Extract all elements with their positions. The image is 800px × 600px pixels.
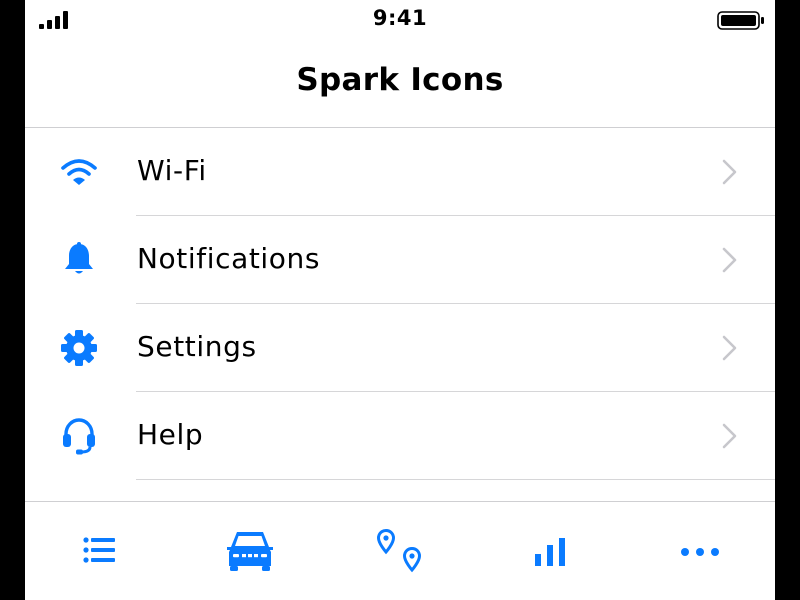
bell-icon <box>59 240 99 280</box>
tab-stats[interactable] <box>520 528 580 574</box>
bar-chart-icon <box>535 538 565 566</box>
list-item-help[interactable]: Help <box>25 392 775 480</box>
tab-list[interactable] <box>70 528 130 574</box>
status-bar: 9:41 <box>25 0 775 40</box>
list-item-label: Settings <box>137 330 257 363</box>
page-title: Spark Icons <box>296 62 504 98</box>
list-item-settings[interactable]: Settings <box>25 304 775 392</box>
chevron-right-icon <box>722 335 737 361</box>
tab-car[interactable] <box>220 528 280 574</box>
list-item-label: Notifications <box>137 242 321 275</box>
chevron-right-icon <box>722 423 737 449</box>
tab-map[interactable] <box>370 528 430 574</box>
list-item-label: Wi-Fi <box>137 154 207 187</box>
status-time: 9:41 <box>372 6 428 30</box>
list-item-notifications[interactable]: Notifications <box>25 216 775 304</box>
wifi-icon <box>59 152 99 192</box>
more-dots-icon <box>681 548 719 556</box>
car-icon <box>227 532 273 571</box>
list-item-wifi[interactable]: Wi-Fi <box>25 128 775 216</box>
battery-icon <box>717 11 764 30</box>
list-icon <box>83 537 115 563</box>
gear-icon <box>59 328 99 368</box>
phone-screen: 9:41 Spark Icons Wi-Fi Notifications Set… <box>25 0 775 600</box>
tab-more[interactable] <box>670 528 730 574</box>
map-pins-icon <box>376 528 422 573</box>
row-divider <box>136 479 775 480</box>
settings-list: Wi-Fi Notifications Settings Help <box>25 128 775 480</box>
list-item-label: Help <box>137 418 204 451</box>
chevron-right-icon <box>722 247 737 273</box>
chevron-right-icon <box>722 159 737 185</box>
headset-icon <box>59 416 99 456</box>
tab-bar <box>25 501 775 600</box>
